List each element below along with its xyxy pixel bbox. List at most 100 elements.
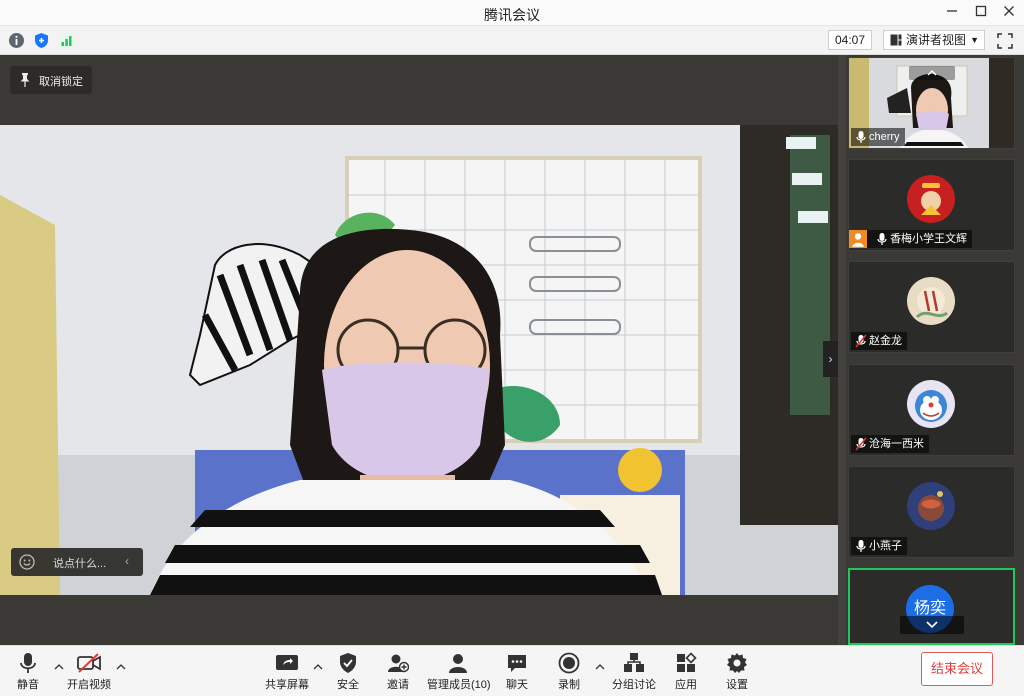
view-mode-dropdown[interactable]: 演讲者视图 ▼ (883, 30, 985, 50)
chevron-right-icon: › (828, 352, 833, 366)
chat-placeholder: 说点什么... (53, 558, 107, 570)
avatar (907, 380, 955, 428)
apps-label: 应用 (675, 679, 697, 691)
microphone-icon (20, 653, 36, 673)
invite-button[interactable]: 邀请 (383, 649, 413, 693)
avatar (907, 175, 955, 223)
caret-up-icon[interactable] (313, 662, 323, 672)
participant-tile[interactable]: 赵金龙 (848, 261, 1015, 353)
chat-label: 聊天 (506, 679, 528, 691)
breakout-rooms-button[interactable]: 分组讨论 (612, 649, 656, 693)
avatar (907, 482, 955, 530)
participant-name-tag: 小燕子 (851, 537, 907, 555)
window-title: 腾讯会议 (484, 7, 540, 23)
mute-button[interactable]: 静音 (12, 649, 44, 693)
panel-splitter[interactable] (838, 55, 846, 645)
fullscreen-icon[interactable] (996, 32, 1014, 50)
record-button[interactable]: 录制 (554, 649, 584, 693)
participant-name: cherry (869, 131, 900, 143)
security-button[interactable]: 安全 (333, 649, 363, 693)
avatar-image (907, 277, 955, 325)
apps-button[interactable]: 应用 (671, 649, 701, 693)
participant-tile[interactable]: 小燕子 (848, 466, 1015, 558)
scroll-down-button[interactable] (900, 616, 964, 634)
avatar-image (907, 380, 955, 428)
caret-down-icon: ▼ (970, 35, 979, 45)
speaker-view: 取消锁定 说点什么... ‹ › (0, 55, 838, 645)
maximize-button[interactable] (967, 2, 995, 24)
breakout-rooms-label: 分组讨论 (612, 679, 656, 691)
minimize-button[interactable] (938, 2, 966, 24)
share-screen-label: 共享屏幕 (265, 679, 309, 691)
participant-name: 赵金龙 (869, 335, 902, 347)
participant-tile[interactable]: 沧海一西米 (848, 364, 1015, 456)
chat-icon (508, 655, 526, 672)
signal-icon[interactable] (58, 32, 75, 49)
caret-up-icon[interactable] (595, 662, 605, 672)
microphone-icon (877, 233, 887, 246)
settings-label: 设置 (726, 679, 748, 691)
meeting-toolbar: 静音 开启视频 共享屏幕 安全 邀请 管理成员(10) 聊天 录制 分组讨论 应… (0, 645, 1024, 696)
speaker-video-image (0, 125, 838, 595)
meeting-timer: 04:07 (828, 30, 872, 50)
chat-button[interactable]: 聊天 (502, 649, 532, 693)
microphone-muted-icon (855, 334, 867, 348)
apps-icon (677, 652, 697, 672)
share-screen-button[interactable]: 共享屏幕 (265, 649, 309, 693)
security-label: 安全 (337, 679, 359, 691)
participant-name: 香梅小学王文辉 (890, 233, 968, 245)
pin-icon (20, 73, 30, 87)
manage-members-label: 管理成员(10) (427, 679, 491, 691)
shield-icon[interactable] (33, 32, 50, 49)
end-meeting-button[interactable]: 结束会议 (921, 652, 993, 686)
microphone-muted-icon (855, 437, 867, 451)
caret-up-icon[interactable] (54, 662, 64, 672)
avatar-image (907, 175, 955, 223)
chevron-down-icon (926, 621, 938, 629)
record-label: 录制 (558, 679, 580, 691)
participant-tile[interactable]: cherry (848, 57, 1015, 149)
view-mode-label: 演讲者视图 (906, 33, 967, 47)
participant-tile-active[interactable]: 杨奕 (848, 568, 1015, 645)
video-off-icon (77, 653, 101, 673)
chat-input[interactable]: 说点什么... ‹ (11, 548, 143, 576)
participant-tile[interactable]: 香梅小学王文辉 (848, 159, 1015, 251)
participant-name-tag: 赵金龙 (851, 332, 907, 350)
manage-members-button[interactable]: 管理成员(10) (427, 649, 491, 693)
expand-panel-button[interactable]: › (823, 341, 838, 377)
breakout-rooms-icon (624, 653, 644, 672)
video-label: 开启视频 (67, 679, 111, 691)
caret-up-icon[interactable] (116, 662, 126, 672)
participant-name-tag: 香梅小学王文辉 (849, 230, 973, 249)
close-icon (1004, 6, 1014, 16)
info-icon[interactable] (8, 32, 25, 49)
start-video-button[interactable]: 开启视频 (65, 649, 113, 693)
participant-name: 小燕子 (869, 540, 902, 552)
layout-icon (890, 34, 902, 46)
avatar-image (907, 482, 955, 530)
gear-icon (727, 653, 747, 673)
meeting-info-bar: 04:07 演讲者视图 ▼ (0, 26, 1024, 55)
unlock-button[interactable]: 取消锁定 (10, 66, 92, 94)
host-icon (849, 230, 867, 249)
speaker-video (0, 125, 838, 595)
microphone-icon (856, 131, 866, 144)
mute-label: 静音 (17, 679, 39, 691)
participant-name-tag: cherry (851, 128, 905, 146)
participant-name: 沧海一西米 (869, 438, 924, 450)
add-user-icon (388, 654, 409, 673)
maximize-icon (975, 5, 987, 17)
invite-label: 邀请 (387, 679, 409, 691)
participant-name-tag: 沧海一西米 (851, 435, 929, 453)
unlock-label: 取消锁定 (39, 76, 83, 88)
avatar (907, 277, 955, 325)
settings-button[interactable]: 设置 (722, 649, 752, 693)
emoji-icon[interactable] (19, 554, 35, 570)
close-window-button[interactable] (995, 2, 1023, 24)
security-shield-icon (340, 653, 356, 673)
microphone-icon (856, 540, 866, 553)
minimize-icon (947, 10, 957, 12)
collapse-chevron-icon[interactable]: ‹ (125, 554, 129, 568)
record-icon (558, 652, 580, 674)
share-screen-icon (276, 655, 298, 670)
